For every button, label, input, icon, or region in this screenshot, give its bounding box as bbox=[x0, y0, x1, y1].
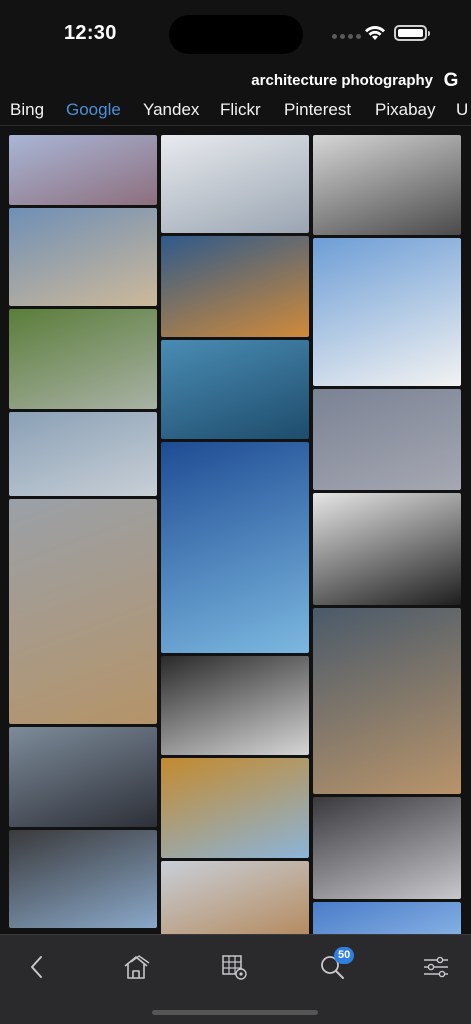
home-icon bbox=[124, 955, 150, 979]
image-thumb[interactable] bbox=[9, 727, 157, 827]
chevron-left-icon bbox=[31, 956, 42, 978]
image-thumb[interactable] bbox=[313, 902, 461, 934]
tab-pixabay[interactable]: Pixabay bbox=[375, 100, 435, 120]
tabs-divider bbox=[0, 125, 471, 126]
tab-pinterest[interactable]: Pinterest bbox=[284, 100, 351, 120]
back-button[interactable] bbox=[20, 951, 52, 983]
image-thumb[interactable] bbox=[9, 208, 157, 306]
tab-google[interactable]: Google bbox=[66, 100, 121, 120]
tab-yandex[interactable]: Yandex bbox=[143, 100, 199, 120]
image-thumb[interactable] bbox=[313, 135, 461, 235]
search-query-text[interactable]: architecture photography bbox=[251, 72, 433, 89]
image-thumb[interactable] bbox=[9, 499, 157, 724]
image-thumb[interactable] bbox=[9, 135, 157, 205]
image-thumb[interactable] bbox=[161, 340, 309, 439]
dynamic-island bbox=[169, 15, 303, 54]
home-button[interactable] bbox=[120, 951, 152, 983]
image-grid bbox=[0, 128, 471, 934]
engine-tabs: Bing Google Yandex Flickr Pinterest Pixa… bbox=[0, 96, 471, 126]
filter-button[interactable] bbox=[420, 951, 452, 983]
signal-icon bbox=[332, 34, 361, 39]
grid-settings-icon bbox=[222, 955, 247, 980]
tab-unsplash[interactable]: U bbox=[456, 100, 468, 120]
image-thumb[interactable] bbox=[313, 389, 461, 490]
google-icon[interactable]: G bbox=[441, 70, 461, 92]
battery-icon bbox=[394, 25, 430, 41]
sliders-icon bbox=[424, 956, 448, 978]
tab-flickr[interactable]: Flickr bbox=[220, 100, 261, 120]
image-thumb[interactable] bbox=[313, 797, 461, 899]
image-thumb[interactable] bbox=[9, 412, 157, 496]
image-thumb[interactable] bbox=[9, 309, 157, 409]
image-thumb[interactable] bbox=[9, 830, 157, 928]
status-bar: 12:30 bbox=[0, 0, 471, 68]
image-thumb[interactable] bbox=[313, 608, 461, 794]
grid-settings-button[interactable] bbox=[218, 951, 250, 983]
image-thumb[interactable] bbox=[161, 442, 309, 653]
tab-bing[interactable]: Bing bbox=[10, 100, 44, 120]
image-thumb[interactable] bbox=[161, 656, 309, 755]
image-thumb[interactable] bbox=[161, 236, 309, 337]
wifi-icon bbox=[365, 25, 385, 40]
image-thumb[interactable] bbox=[313, 493, 461, 605]
image-thumb[interactable] bbox=[161, 861, 309, 934]
search-count-badge: 50 bbox=[334, 947, 355, 964]
image-thumb[interactable] bbox=[161, 135, 309, 233]
image-thumb[interactable] bbox=[161, 758, 309, 858]
image-thumb[interactable] bbox=[313, 238, 461, 386]
home-indicator bbox=[152, 1010, 318, 1015]
status-time: 12:30 bbox=[64, 22, 117, 44]
